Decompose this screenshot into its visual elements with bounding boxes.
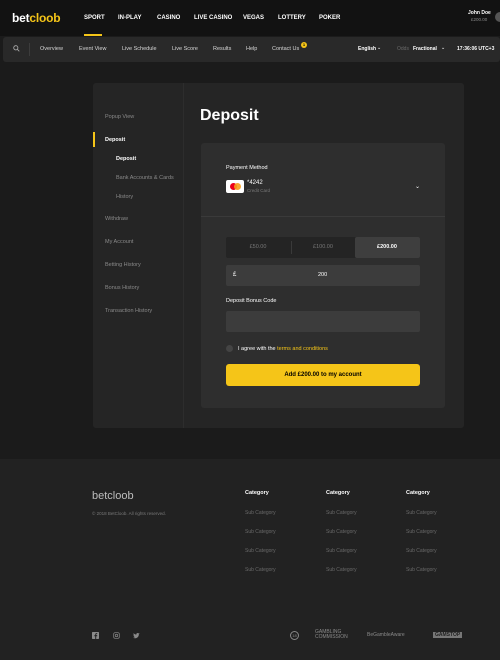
footer-subcategory[interactable]: Sub Category [326, 510, 357, 516]
deposit-submit-button[interactable]: Add £200.00 to my account [226, 364, 420, 386]
sidebar-item-my-account[interactable]: My Account [105, 239, 133, 245]
subnav-divider [29, 43, 30, 56]
card-type: Credit Card [247, 188, 271, 193]
agree-text: I agree with the terms and conditions [238, 346, 328, 352]
footer-subcategory[interactable]: Sub Category [245, 510, 276, 516]
notification-badge: 1 [301, 42, 307, 48]
gamstop-logo[interactable]: GAMSTOP [433, 632, 463, 638]
brand-logo[interactable]: betcloob [12, 11, 61, 25]
subnav-contact-us[interactable]: Contact Us [272, 46, 299, 52]
sidebar-divider [183, 83, 184, 428]
footer-logo[interactable]: betcloob [92, 490, 134, 502]
subnav-event-view[interactable]: Event View [79, 46, 106, 52]
footer-subcategory[interactable]: Sub Category [406, 510, 437, 516]
footer-subcategory[interactable]: Sub Category [326, 567, 357, 573]
sidebar-subitem-history[interactable]: History [116, 194, 133, 200]
footer-subcategory[interactable]: Sub Category [326, 529, 357, 535]
mastercard-orange-circle [234, 183, 241, 190]
nav-active-indicator [84, 34, 102, 36]
footer-category[interactable]: Category [406, 490, 430, 496]
chevron-down-icon[interactable]: ⌄ [377, 45, 381, 51]
nav-in-play[interactable]: IN-PLAY [118, 15, 141, 21]
sidebar-subitem-bank-accounts[interactable]: Bank Accounts & Cards [116, 175, 174, 181]
language-select[interactable]: English [358, 46, 376, 52]
footer-subcategory[interactable]: Sub Category [245, 529, 276, 535]
footer-subcategory[interactable]: Sub Category [245, 567, 276, 573]
search-icon[interactable] [13, 45, 20, 52]
clock: 17:36:06 UTC+3 [457, 46, 495, 52]
footer-subcategory[interactable]: Sub Category [406, 548, 437, 554]
amount-value[interactable]: 200 [318, 272, 327, 278]
payment-method-label: Payment Method [226, 165, 268, 171]
user-name[interactable]: John Doe [468, 10, 491, 16]
sidebar-item-popup-view[interactable]: Popup View [105, 114, 134, 120]
sidebar-subitem-deposit[interactable]: Deposit [116, 156, 136, 162]
currency-symbol: £ [233, 272, 237, 278]
bonus-code-label: Deposit Bonus Code [226, 298, 277, 304]
footer-subcategory[interactable]: Sub Category [406, 567, 437, 573]
age-restriction-badge: 18 [290, 631, 299, 640]
nav-lottery[interactable]: LOTTERY [278, 15, 306, 21]
subnav-live-score[interactable]: Live Score [172, 46, 198, 52]
nav-poker[interactable]: POKER [319, 15, 340, 21]
nav-live-casino[interactable]: LIVE CASINO [194, 15, 232, 21]
bonus-code-input[interactable] [226, 311, 420, 332]
amount-option-50[interactable]: £50.00 [226, 244, 290, 250]
sidebar-item-deposit[interactable]: Deposit [105, 137, 125, 143]
facebook-icon[interactable] [92, 632, 99, 639]
begambleaware-logo[interactable]: BeGambleAware [367, 632, 405, 638]
footer-subcategory[interactable]: Sub Category [326, 548, 357, 554]
avatar[interactable] [495, 12, 500, 22]
footer-category[interactable]: Category [245, 490, 269, 496]
top-navbar: betcloob SPORT IN-PLAY CASINO LIVE CASIN… [0, 0, 500, 36]
subnav-help[interactable]: Help [246, 46, 257, 52]
sidebar-item-transaction-history[interactable]: Transaction History [105, 308, 152, 314]
sidebar-active-indicator [93, 132, 95, 147]
subnav-overview[interactable]: Overview [40, 46, 63, 52]
user-balance: £200.00 [471, 17, 488, 22]
page-title: Deposit [200, 107, 259, 124]
subnav-live-schedule[interactable]: Live Schedule [122, 46, 157, 52]
sidebar-item-bonus-history[interactable]: Bonus History [105, 285, 139, 291]
panel-divider [201, 216, 445, 217]
nav-casino[interactable]: CASINO [157, 15, 180, 21]
nav-sport[interactable]: SPORT [84, 15, 105, 21]
amount-option-200[interactable]: £200.00 [355, 244, 419, 250]
terms-link[interactable]: terms and conditions [277, 346, 328, 352]
twitter-icon[interactable] [133, 632, 140, 639]
footer-subcategory[interactable]: Sub Category [406, 529, 437, 535]
card-number[interactable]: *4242 [247, 180, 263, 186]
amount-option-100[interactable]: £100.00 [291, 244, 355, 250]
instagram-icon[interactable] [113, 632, 120, 639]
sidebar-item-withdraw[interactable]: Withdraw [105, 216, 128, 222]
agree-checkbox[interactable] [226, 345, 233, 352]
nav-vegas[interactable]: VEGAS [243, 15, 264, 21]
footer-subcategory[interactable]: Sub Category [245, 548, 276, 554]
odds-label: Odds [397, 46, 409, 52]
chevron-down-icon[interactable]: ⌄ [415, 183, 420, 190]
footer-category[interactable]: Category [326, 490, 350, 496]
subnav-results[interactable]: Results [213, 46, 231, 52]
sidebar-item-betting-history[interactable]: Betting History [105, 262, 141, 268]
chevron-down-icon[interactable]: ⌄ [441, 45, 445, 51]
copyright: © 2018 BetCloob. All rights reserved. [92, 511, 166, 516]
gambling-commission-logo[interactable]: GAMBLING COMMISSION [315, 630, 355, 640]
odds-select[interactable]: Fractional [413, 46, 437, 52]
